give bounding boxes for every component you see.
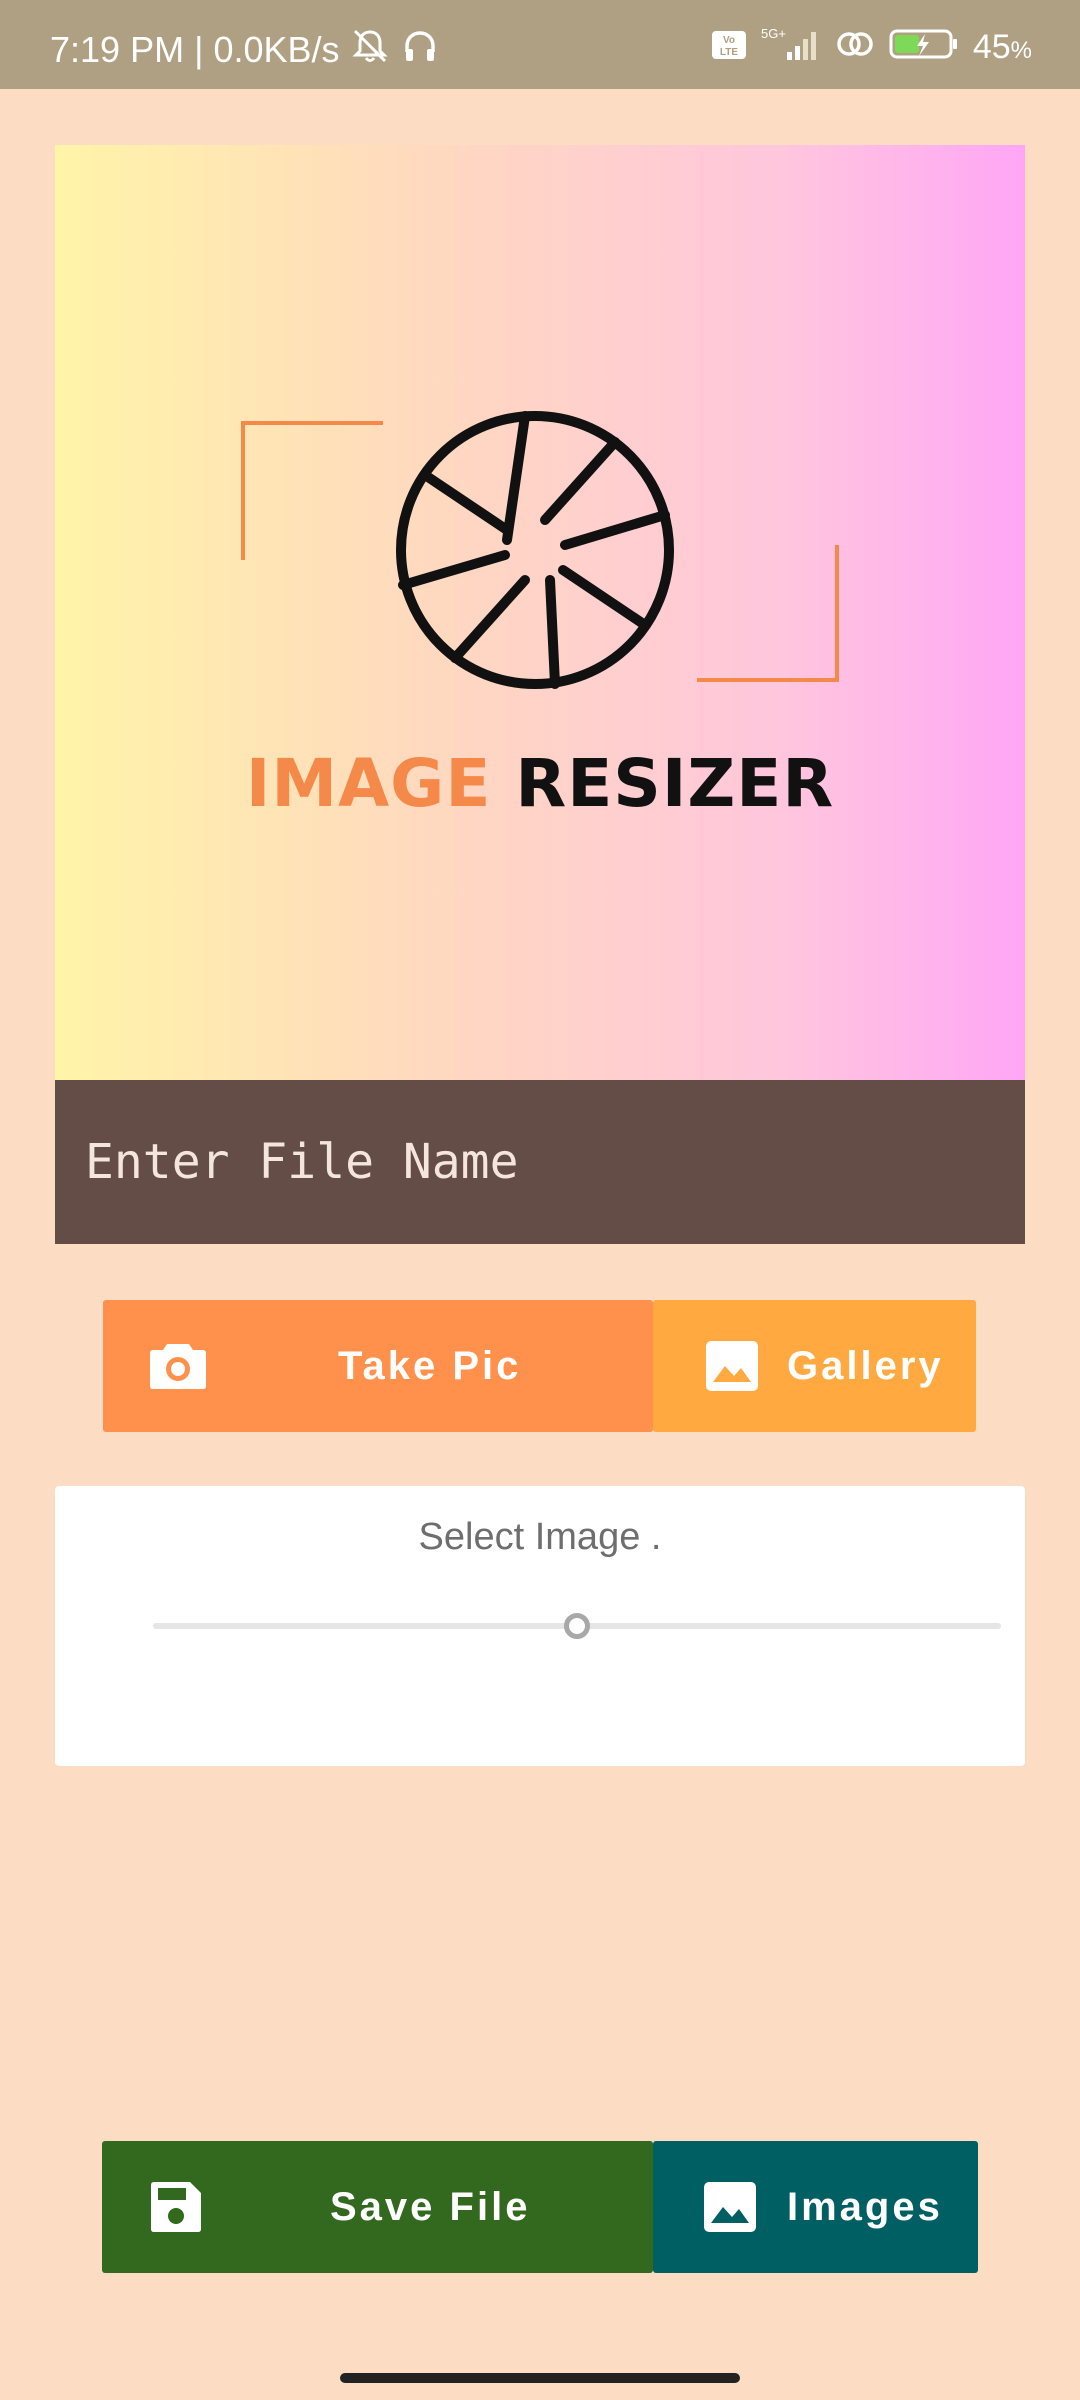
images-label: Images xyxy=(787,2184,943,2229)
images-button[interactable]: Images xyxy=(653,2141,978,2273)
svg-text:LTE: LTE xyxy=(720,47,738,58)
size-slider-thumb[interactable] xyxy=(564,1613,590,1639)
headphones-icon xyxy=(400,26,440,74)
gesture-nav-handle[interactable] xyxy=(340,2373,740,2383)
volte-icon: Vo LTE xyxy=(711,29,747,69)
svg-text:5G+: 5G+ xyxy=(761,26,786,41)
status-network-speed: 0.0KB/s xyxy=(213,29,340,70)
save-file-label: Save File xyxy=(330,2184,531,2229)
file-name-field-container xyxy=(55,1080,1025,1244)
status-time: 7:19 PM xyxy=(50,29,185,70)
battery-icon xyxy=(889,26,959,71)
save-file-button[interactable]: Save File xyxy=(102,2141,653,2273)
take-pic-button[interactable]: Take Pic xyxy=(103,1300,653,1432)
image-icon xyxy=(703,2181,757,2243)
signal-icon: 5G+ xyxy=(761,26,821,71)
status-right: Vo LTE 5G+ 45% xyxy=(711,26,1032,71)
muted-bell-icon xyxy=(350,26,390,74)
take-pic-label: Take Pic xyxy=(338,1343,522,1388)
svg-text:Vo: Vo xyxy=(723,35,735,46)
logo-word-resizer: RESIZER xyxy=(515,745,835,822)
camera-icon xyxy=(149,1340,207,1400)
status-left: 7:19 PM | 0.0KB/s xyxy=(50,26,440,74)
select-image-prompt: Select Image . xyxy=(418,1516,662,1558)
gallery-button[interactable]: Gallery xyxy=(653,1300,976,1432)
resize-card: Select Image . xyxy=(55,1486,1025,1766)
battery-level: 45% xyxy=(972,27,1032,66)
link-icon xyxy=(835,26,875,71)
size-slider[interactable] xyxy=(153,1613,1001,1639)
camera-aperture-icon xyxy=(241,411,839,689)
file-name-input[interactable] xyxy=(83,1133,1025,1191)
logo-word-image: IMAGE xyxy=(245,745,492,822)
app-logo-text: IMAGE RESIZER xyxy=(55,745,1025,822)
status-separator: | xyxy=(194,29,204,70)
save-icon xyxy=(150,2181,202,2243)
status-bar: 7:19 PM | 0.0KB/s Vo LTE 5G+ 45% xyxy=(0,0,1080,89)
app-logo-banner: IMAGE RESIZER xyxy=(55,145,1025,1080)
image-icon xyxy=(705,1340,759,1402)
gallery-label: Gallery xyxy=(787,1343,944,1388)
